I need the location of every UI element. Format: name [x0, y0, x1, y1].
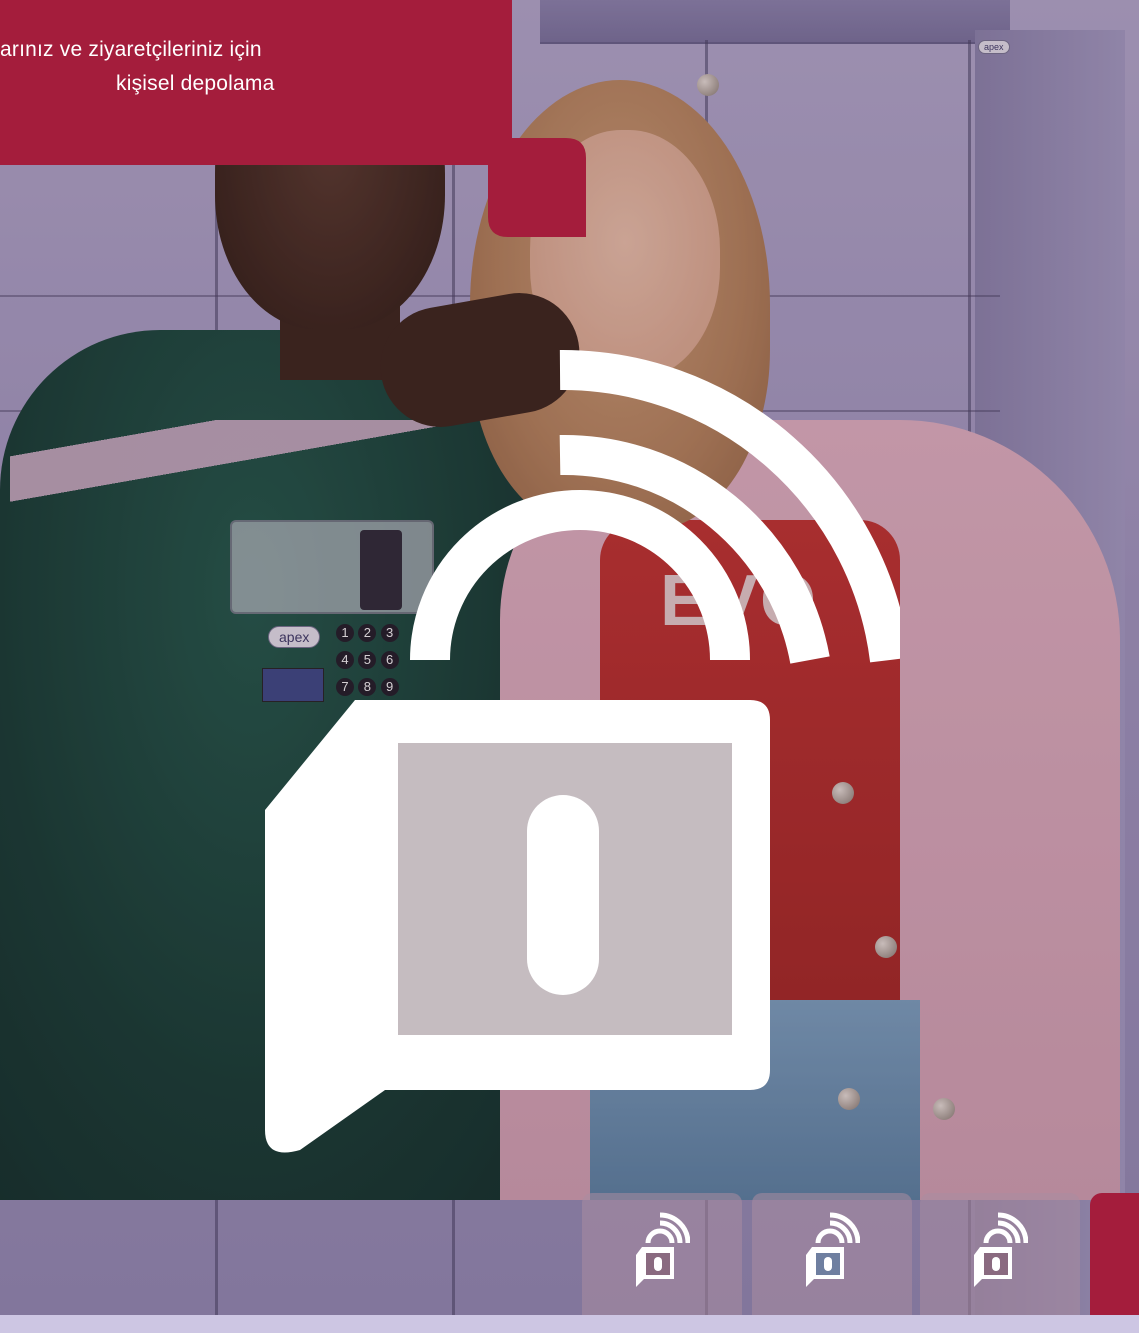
feature-tile[interactable] — [920, 1193, 1080, 1315]
header-banner: arınız ve ziyaretçileriniz için kişisel … — [0, 0, 586, 237]
feature-tile-active[interactable] — [1090, 1193, 1139, 1315]
feature-tile[interactable] — [752, 1193, 912, 1315]
banner-shape — [0, 0, 586, 237]
feature-tile[interactable] — [582, 1193, 742, 1315]
smart-lock-wireless-icon — [265, 349, 900, 1153]
banner-text-line1: arınız ve ziyaretçileriniz için — [0, 38, 262, 61]
banner-text-line2: kişisel depolama — [116, 72, 275, 95]
